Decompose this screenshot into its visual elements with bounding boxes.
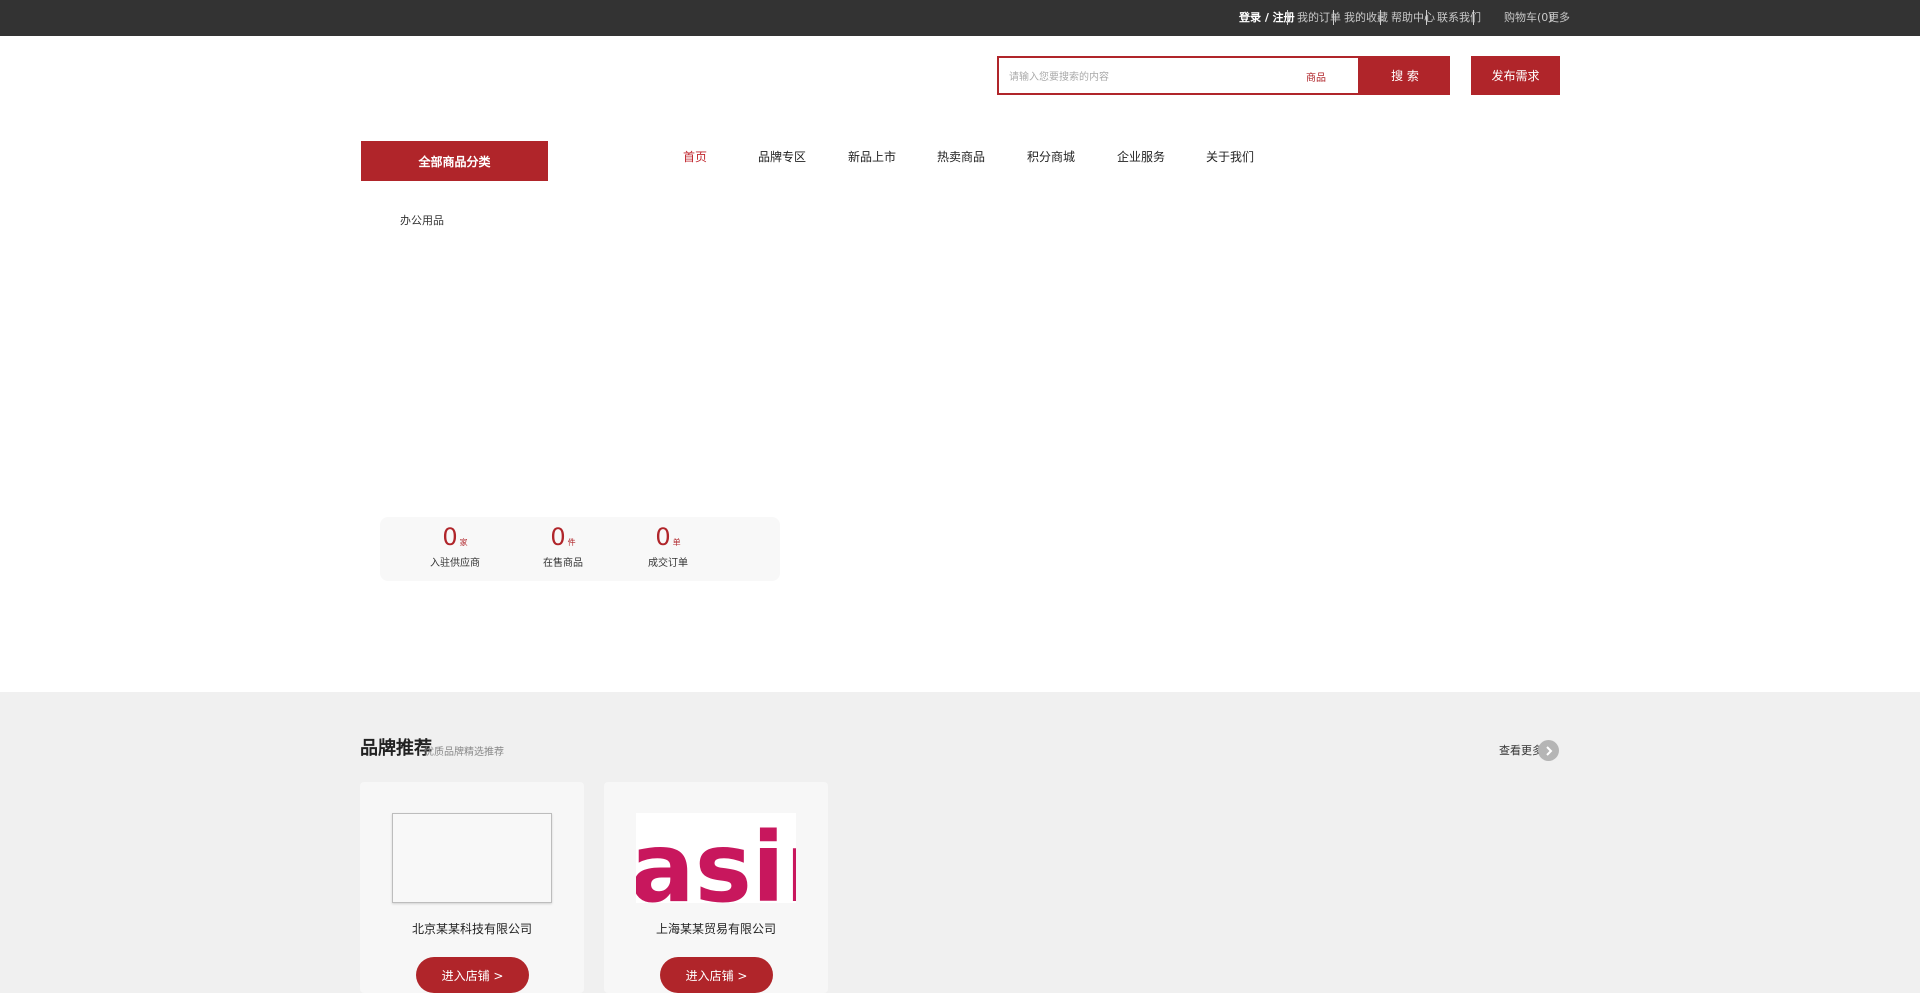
stat-label: 在售商品 [543, 558, 583, 569]
topbar-link-contact[interactable]: 联系我们 [1437, 11, 1481, 24]
topbar-link-favorites[interactable]: 我的收藏 [1344, 11, 1388, 24]
brand-logo-graphic: asin [636, 813, 796, 903]
sidebar-category-item[interactable]: 办公用品 [400, 212, 444, 228]
brand-card[interactable]: 北京某某科技有限公司 进入店铺 > [360, 782, 584, 993]
nav-item-brands[interactable]: 品牌专区 [758, 148, 806, 165]
stat-unit: 家 [459, 538, 468, 547]
brand-name: 北京某某科技有限公司 [411, 922, 532, 936]
divider [1333, 10, 1334, 25]
top-bar: 登录 / 注册 我的订单 我的收藏 帮助中心 联系我们 购物车(0) 更多 [0, 0, 1920, 36]
search-scope-selector[interactable]: 商品 [1306, 69, 1326, 84]
brand-logo-image: asin [636, 813, 796, 903]
divider [1426, 10, 1427, 25]
stat-products: 0件 在售商品 [508, 523, 618, 569]
search-box: 商品 [997, 56, 1360, 95]
section-subtitle: 优质品牌精选推荐 [424, 747, 504, 758]
stat-suppliers: 0家 入驻供应商 [400, 523, 510, 569]
enter-store-button[interactable]: 进入店铺 > [416, 957, 529, 993]
nav-item-about[interactable]: 关于我们 [1206, 148, 1254, 165]
divider [1380, 10, 1381, 25]
divider [1473, 10, 1474, 25]
brand-name: 上海某某贸易有限公司 [655, 922, 776, 936]
topbar-link-help[interactable]: 帮助中心 [1391, 11, 1435, 24]
stats-card: 0家 入驻供应商 0件 在售商品 0单 成交订单 [380, 517, 780, 581]
view-more-link[interactable]: 查看更多 [1499, 742, 1543, 758]
stat-value: 0 [655, 523, 671, 551]
nav-item-points[interactable]: 积分商城 [1027, 148, 1075, 165]
brand-logo-placeholder [392, 813, 552, 903]
stat-label: 成交订单 [648, 558, 688, 569]
all-categories-button[interactable]: 全部商品分类 [361, 141, 548, 181]
nav-item-services[interactable]: 企业服务 [1117, 148, 1165, 165]
section-title: 品牌推荐 [360, 738, 432, 759]
post-request-button[interactable]: 发布需求 [1471, 56, 1560, 95]
chevron-right-icon[interactable] [1538, 740, 1559, 761]
nav-item-hot[interactable]: 热卖商品 [937, 148, 985, 165]
search-input[interactable] [1007, 66, 1291, 88]
nav-item-home[interactable]: 首页 [683, 148, 707, 165]
divider [1287, 10, 1288, 25]
cart-link[interactable]: 购物车(0) [1504, 11, 1553, 24]
stat-value: 0 [442, 523, 458, 551]
stat-label: 入驻供应商 [430, 558, 480, 569]
search-button[interactable]: 搜 索 [1360, 56, 1450, 95]
brand-card[interactable]: asin 上海某某贸易有限公司 进入店铺 > [604, 782, 828, 993]
enter-store-button[interactable]: 进入店铺 > [660, 957, 773, 993]
stat-value: 0 [550, 523, 566, 551]
topbar-link-more[interactable]: 更多 [1548, 11, 1570, 24]
brand-section [0, 692, 1920, 993]
nav-item-new[interactable]: 新品上市 [848, 148, 896, 165]
stat-orders: 0单 成交订单 [613, 523, 723, 569]
topbar-link-orders[interactable]: 我的订单 [1297, 11, 1341, 24]
stat-unit: 件 [567, 538, 576, 547]
stat-unit: 单 [672, 538, 681, 547]
svg-text:asin: asin [636, 813, 796, 903]
